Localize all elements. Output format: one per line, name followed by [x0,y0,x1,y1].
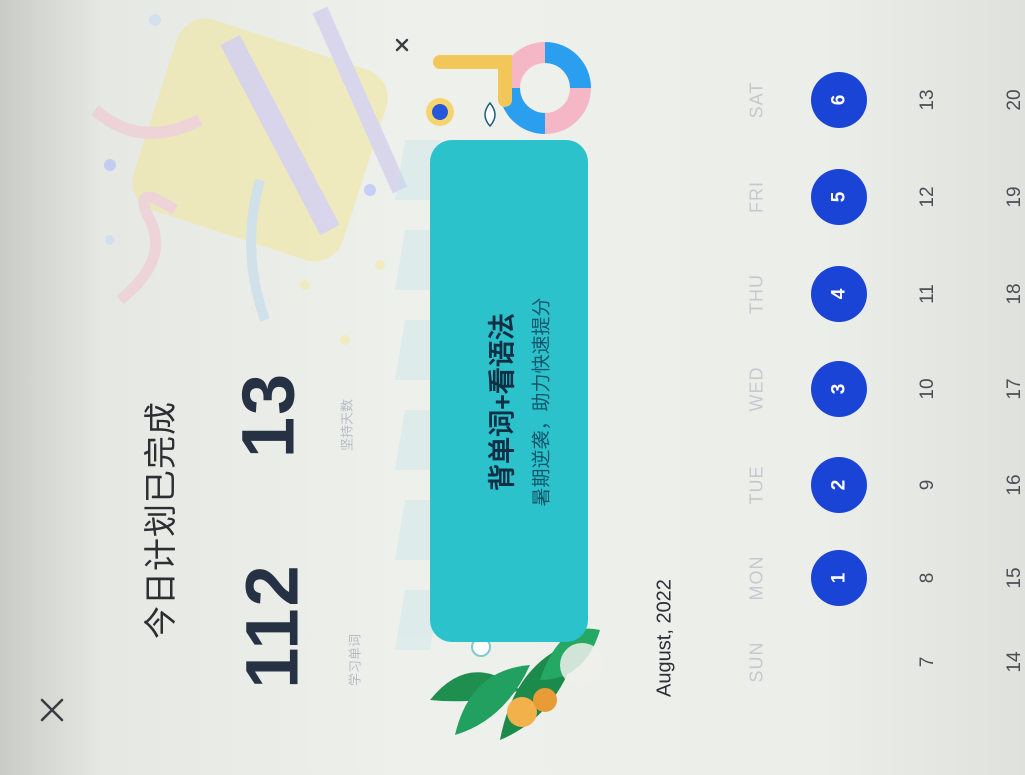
calendar-day-number: 1 [827,572,849,584]
calendar-day-completed[interactable]: 2 [811,457,867,513]
app-screen: 今日计划已完成 112 学习单词 13 坚持天数 背单词+看语法 暑期逆袭，助力… [0,0,1025,775]
calendar-day[interactable]: 11 [917,284,939,304]
calendar-day[interactable]: 7 [917,657,939,668]
promo-banner[interactable]: 背单词+看语法 暑期逆袭，助力快速提分 [430,140,588,642]
close-icon [395,38,409,52]
weekday-thu: THU [746,274,767,314]
banner-close-button[interactable] [393,36,411,54]
weekday-tue: TUE [746,465,767,505]
calendar-day[interactable]: 14 [1004,651,1025,672]
calendar-day-completed[interactable]: 3 [811,361,867,417]
calendar-day-completed[interactable]: 5 [811,169,867,225]
calendar-day[interactable]: 15 [1004,567,1025,588]
calendar-day-number: 2 [827,479,849,491]
weekday-wed: WED [746,366,767,412]
promo-subtitle: 暑期逆袭，助力快速提分 [531,297,553,507]
calendar-day[interactable]: 17 [1004,378,1025,399]
calendar-day[interactable]: 20 [1004,89,1025,110]
calendar-day[interactable]: 10 [917,378,939,399]
calendar-day[interactable]: 13 [917,89,939,110]
promo-title: 背单词+看语法 [487,313,518,491]
calendar-day[interactable]: 19 [1004,186,1025,207]
calendar-day-completed[interactable]: 6 [811,72,867,128]
calendar-day-completed[interactable]: 4 [811,266,867,322]
calendar-day[interactable]: 8 [917,573,939,584]
calendar-day[interactable]: 16 [1004,474,1025,495]
weekday-fri: FRI [746,181,767,213]
calendar-day-number: 3 [827,383,849,395]
weekday-sun: SUN [746,641,767,683]
calendar-day[interactable]: 9 [917,480,939,491]
calendar-day-number: 6 [827,94,849,106]
calendar-day-number: 4 [827,288,849,300]
calendar-day-number: 5 [827,191,849,203]
weekday-sat: SAT [746,81,767,119]
calendar-day[interactable]: 18 [1004,283,1025,304]
calendar-day-completed[interactable]: 1 [811,550,867,606]
calendar-day[interactable]: 12 [917,186,939,207]
calendar-month-label: August, 2022 [653,579,676,697]
weekday-mon: MON [746,555,767,601]
